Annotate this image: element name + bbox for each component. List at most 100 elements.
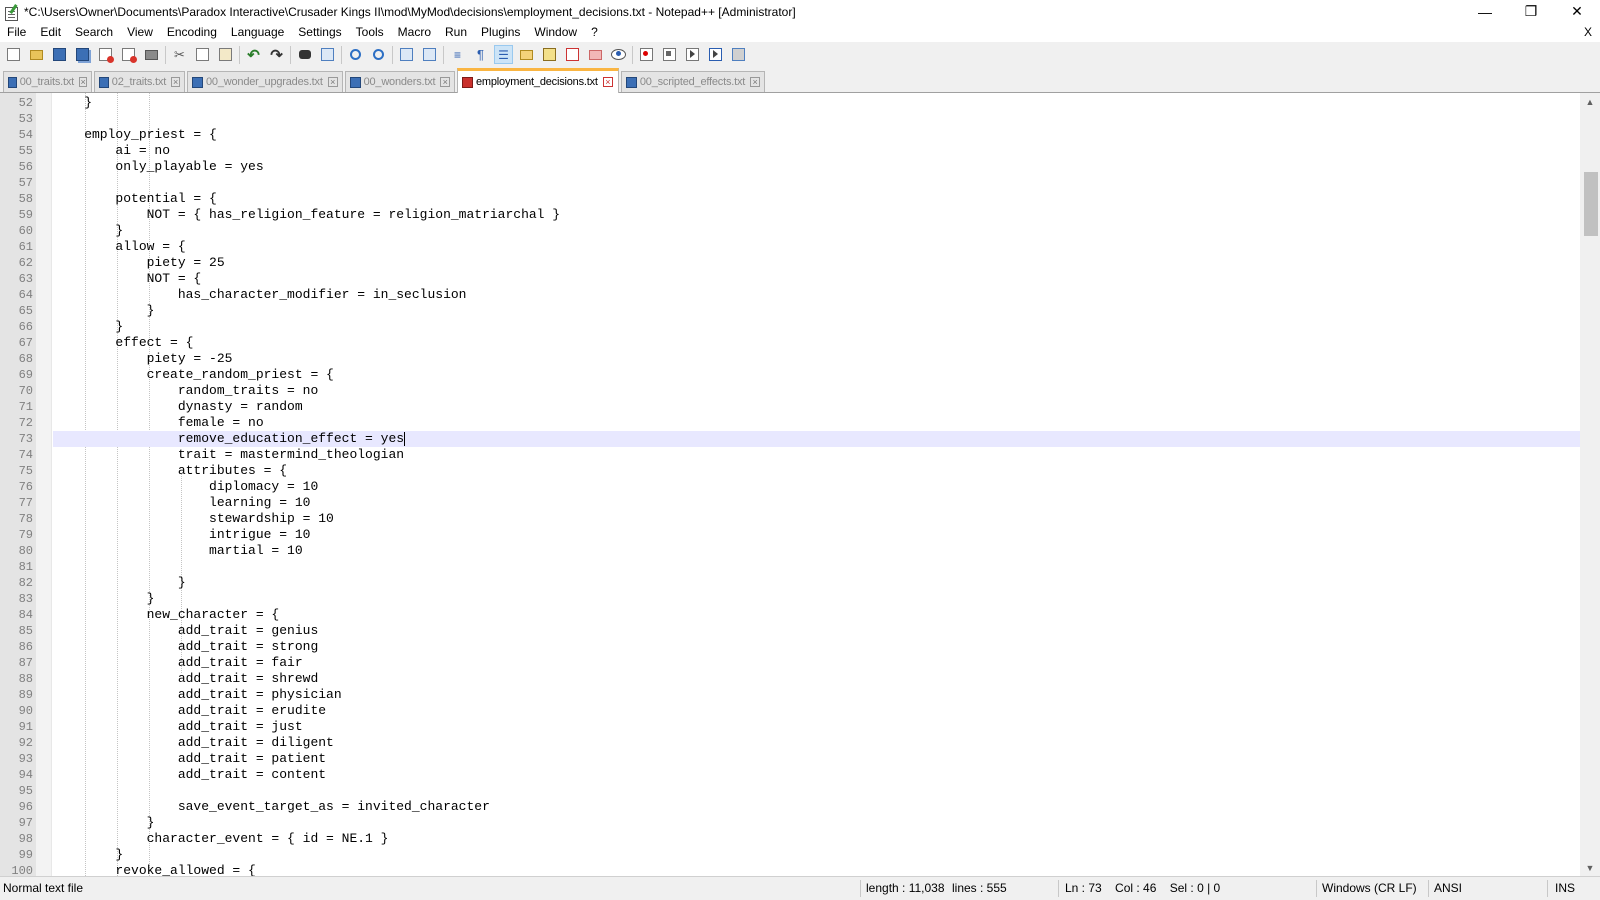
monitoring-icon[interactable] [609, 45, 628, 64]
code-line[interactable]: 72 female = no [0, 415, 1580, 431]
close-icon[interactable] [96, 45, 115, 64]
line-text[interactable]: dynasty = random [53, 399, 1580, 415]
code-line[interactable]: 89 add_trait = physician [0, 687, 1580, 703]
tab-00-wonders[interactable]: 00_wonders.txt × [345, 71, 455, 92]
line-text[interactable]: learning = 10 [53, 495, 1580, 511]
word-wrap-icon[interactable]: ≡ [448, 45, 467, 64]
text-editor[interactable]: 52 } 53 54 employ_priest = {55 ai = no 56 o… [0, 93, 1600, 876]
function-list-icon[interactable] [540, 45, 559, 64]
menu-tools[interactable]: Tools [349, 23, 391, 42]
line-text[interactable]: only_playable = yes [53, 159, 1580, 175]
tab-close-icon[interactable]: × [750, 77, 760, 87]
code-line[interactable]: 52 } [0, 95, 1580, 111]
line-text[interactable]: ai = no [53, 143, 1580, 159]
paste-icon[interactable] [216, 45, 235, 64]
line-text[interactable]: add_trait = just [53, 719, 1580, 735]
code-line[interactable]: 75 attributes = { [0, 463, 1580, 479]
line-text[interactable]: remove_education_effect = yes [53, 431, 1580, 447]
code-line[interactable]: 62 piety = 25 [0, 255, 1580, 271]
code-line[interactable]: 58 potential = { [0, 191, 1580, 207]
code-line[interactable]: 74 trait = mastermind_theologian [0, 447, 1580, 463]
save-macro-icon[interactable] [729, 45, 748, 64]
menu-search[interactable]: Search [68, 23, 120, 42]
indent-guide-icon[interactable]: ☰ [494, 45, 513, 64]
code-line[interactable]: 100 revoke_allowed = { [0, 863, 1580, 876]
code-line[interactable]: 69 create_random_priest = { [0, 367, 1580, 383]
line-text[interactable]: trait = mastermind_theologian [53, 447, 1580, 463]
code-line[interactable]: 59 NOT = { has_religion_feature = religi… [0, 207, 1580, 223]
tab-02-traits[interactable]: 02_traits.txt × [94, 71, 185, 92]
line-text[interactable]: } [53, 847, 1580, 863]
menu-help[interactable]: ? [584, 23, 605, 42]
scroll-down-arrow-icon[interactable]: ▼ [1580, 859, 1600, 876]
line-text[interactable]: effect = { [53, 335, 1580, 351]
line-text[interactable]: female = no [53, 415, 1580, 431]
code-line[interactable]: 85 add_trait = genius [0, 623, 1580, 639]
code-line[interactable]: 61 allow = { [0, 239, 1580, 255]
line-text[interactable]: add_trait = strong [53, 639, 1580, 655]
line-text[interactable]: potential = { [53, 191, 1580, 207]
tab-00-scripted-effects[interactable]: 00_scripted_effects.txt × [621, 71, 765, 92]
tab-00-wonder-upgrades[interactable]: 00_wonder_upgrades.txt × [187, 71, 343, 92]
code-line[interactable]: 86 add_trait = strong [0, 639, 1580, 655]
zoom-out-icon[interactable] [369, 45, 388, 64]
code-line[interactable]: 56 only_playable = yes [0, 159, 1580, 175]
code-line[interactable]: 98 character_event = { id = NE.1 } [0, 831, 1580, 847]
new-file-icon[interactable] [4, 45, 23, 64]
line-text[interactable]: intrigue = 10 [53, 527, 1580, 543]
code-line[interactable]: 93 add_trait = patient [0, 751, 1580, 767]
code-line[interactable]: 87 add_trait = fair [0, 655, 1580, 671]
code-line[interactable]: 91 add_trait = just [0, 719, 1580, 735]
code-line[interactable]: 90 add_trait = erudite [0, 703, 1580, 719]
notepadpp-app-icon[interactable] [4, 3, 18, 21]
line-text[interactable]: add_trait = physician [53, 687, 1580, 703]
sync-vertical-icon[interactable] [397, 45, 416, 64]
show-all-chars-icon[interactable]: ¶ [471, 45, 490, 64]
code-line[interactable]: 66 } [0, 319, 1580, 335]
line-text[interactable]: attributes = { [53, 463, 1580, 479]
code-line[interactable]: 88 add_trait = shrewd [0, 671, 1580, 687]
code-line[interactable]: 84 new_character = { [0, 607, 1580, 623]
tab-close-icon[interactable]: × [79, 77, 87, 87]
code-line[interactable]: 82 } [0, 575, 1580, 591]
tab-close-icon[interactable]: × [171, 77, 180, 87]
save-all-icon[interactable] [73, 45, 92, 64]
line-text[interactable]: employ_priest = { [53, 127, 1580, 143]
scrollbar-thumb[interactable] [1584, 172, 1598, 236]
code-line[interactable]: 55 ai = no [0, 143, 1580, 159]
code-line[interactable]: 67 effect = { [0, 335, 1580, 351]
menu-language[interactable]: Language [224, 23, 291, 42]
sync-horizontal-icon[interactable] [420, 45, 439, 64]
line-text[interactable]: has_character_modifier = in_seclusion [53, 287, 1580, 303]
close-window-button[interactable]: ✕ [1554, 0, 1600, 23]
code-line[interactable]: 77 learning = 10 [0, 495, 1580, 511]
record-macro-icon[interactable] [637, 45, 656, 64]
code-line[interactable]: 97 } [0, 815, 1580, 831]
line-text[interactable]: create_random_priest = { [53, 367, 1580, 383]
menu-macro[interactable]: Macro [391, 23, 438, 42]
find-icon[interactable] [295, 45, 314, 64]
code-line[interactable]: 65 } [0, 303, 1580, 319]
code-area[interactable]: 52 } 53 54 employ_priest = {55 ai = no 56 o… [0, 93, 1580, 876]
line-text[interactable]: add_trait = diligent [53, 735, 1580, 751]
code-line[interactable]: 81 [0, 559, 1580, 575]
menu-plugins[interactable]: Plugins [474, 23, 527, 42]
code-line[interactable]: 68 piety = -25 [0, 351, 1580, 367]
line-text[interactable]: martial = 10 [53, 543, 1580, 559]
doc-switcher-icon[interactable] [586, 45, 605, 64]
play-macro-icon[interactable] [683, 45, 702, 64]
document-map-icon[interactable] [517, 45, 536, 64]
folder-workspace-icon[interactable] [563, 45, 582, 64]
menu-settings[interactable]: Settings [291, 23, 348, 42]
menu-file[interactable]: File [0, 23, 33, 42]
tab-00-traits[interactable]: 00_traits.txt × [3, 71, 92, 92]
line-text[interactable]: new_character = { [53, 607, 1580, 623]
redo-icon[interactable]: ↷ [267, 45, 286, 64]
code-line[interactable]: 70 random_traits = no [0, 383, 1580, 399]
line-text[interactable]: } [53, 95, 1580, 111]
line-text[interactable]: add_trait = patient [53, 751, 1580, 767]
code-line[interactable]: 83 } [0, 591, 1580, 607]
zoom-in-icon[interactable] [346, 45, 365, 64]
replace-icon[interactable] [318, 45, 337, 64]
save-icon[interactable] [50, 45, 69, 64]
